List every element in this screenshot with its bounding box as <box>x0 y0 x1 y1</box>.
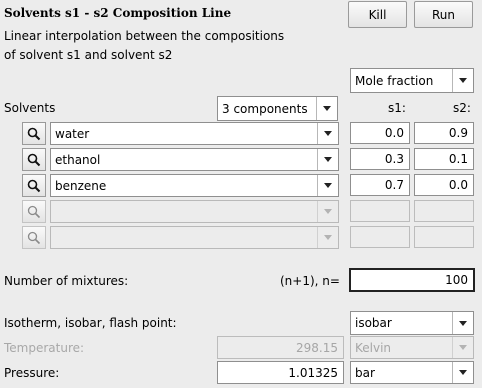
s2-fraction-input <box>414 200 474 222</box>
search-solvent-button <box>22 226 46 249</box>
chevron-down-icon <box>317 201 338 222</box>
dialog-title: Solvents s1 - s2 Composition Line <box>4 6 232 20</box>
s1-fraction-input[interactable]: 0.0 <box>350 122 410 144</box>
components-select-value: 3 components <box>222 101 308 116</box>
solvents-label: Solvents <box>4 101 56 115</box>
magnifier-icon <box>27 153 41 166</box>
chevron-down-icon <box>317 227 338 248</box>
chevron-down-icon <box>317 149 338 170</box>
chevron-down-icon <box>316 97 337 120</box>
magnifier-icon <box>27 179 41 192</box>
components-select[interactable]: 3 components <box>217 96 338 121</box>
s1-column-header: s1: <box>388 101 406 115</box>
s1-fraction-input[interactable]: 0.7 <box>350 174 410 196</box>
solvent-select[interactable]: water <box>50 122 339 145</box>
solvent-select <box>50 226 339 249</box>
chevron-down-icon <box>452 337 473 358</box>
search-solvent-button[interactable] <box>22 148 46 171</box>
search-solvent-button[interactable] <box>22 174 46 197</box>
chevron-down-icon <box>452 69 473 92</box>
magnifier-icon <box>27 127 41 140</box>
mixtures-count-input[interactable]: 100 <box>349 268 475 292</box>
composition-units-select[interactable]: Mole fraction <box>350 68 474 93</box>
description-line-1: Linear interpolation between the composi… <box>4 29 285 43</box>
s2-fraction-input[interactable]: 0.1 <box>414 148 474 170</box>
chevron-down-icon <box>452 312 473 334</box>
temperature-unit-value: Kelvin <box>355 340 392 355</box>
temperature-input: 298.15 <box>217 336 344 359</box>
solvent-select[interactable]: ethanol <box>50 148 339 171</box>
chevron-down-icon <box>452 362 473 383</box>
s2-fraction-input[interactable]: 0.0 <box>414 174 474 196</box>
run-button[interactable]: Run <box>414 1 473 28</box>
mixtures-formula: (n+1), n= <box>280 274 340 288</box>
s1-fraction-input <box>350 226 410 248</box>
solvent-name: water <box>55 126 90 141</box>
chevron-down-icon <box>317 123 338 144</box>
magnifier-icon <box>27 205 41 218</box>
mode-label: Isotherm, isobar, flash point: <box>4 316 177 330</box>
pressure-unit-select[interactable]: bar <box>350 361 474 384</box>
magnifier-icon <box>27 231 41 244</box>
pressure-input[interactable]: 1.01325 <box>217 361 344 384</box>
solvent-name: ethanol <box>55 152 101 167</box>
mixtures-label: Number of mixtures: <box>4 274 129 288</box>
temperature-unit-select: Kelvin <box>350 336 474 359</box>
temperature-label: Temperature: <box>4 341 85 355</box>
pressure-label: Pressure: <box>4 366 60 380</box>
s1-fraction-input[interactable]: 0.3 <box>350 148 410 170</box>
composition-units-value: Mole fraction <box>355 73 434 88</box>
s1-fraction-input <box>350 200 410 222</box>
description-line-2: of solvent s1 and solvent s2 <box>4 48 173 62</box>
mode-select-value: isobar <box>355 316 392 330</box>
s2-fraction-input <box>414 226 474 248</box>
kill-button[interactable]: Kill <box>348 1 407 28</box>
solvent-select[interactable]: benzene <box>50 174 339 197</box>
s2-fraction-input[interactable]: 0.9 <box>414 122 474 144</box>
search-solvent-button[interactable] <box>22 122 46 145</box>
chevron-down-icon <box>317 175 338 196</box>
s2-column-header: s2: <box>453 101 471 115</box>
solvent-select <box>50 200 339 223</box>
mode-select[interactable]: isobar <box>350 311 474 335</box>
search-solvent-button <box>22 200 46 223</box>
pressure-unit-value: bar <box>355 365 375 380</box>
solvent-name: benzene <box>55 178 107 193</box>
